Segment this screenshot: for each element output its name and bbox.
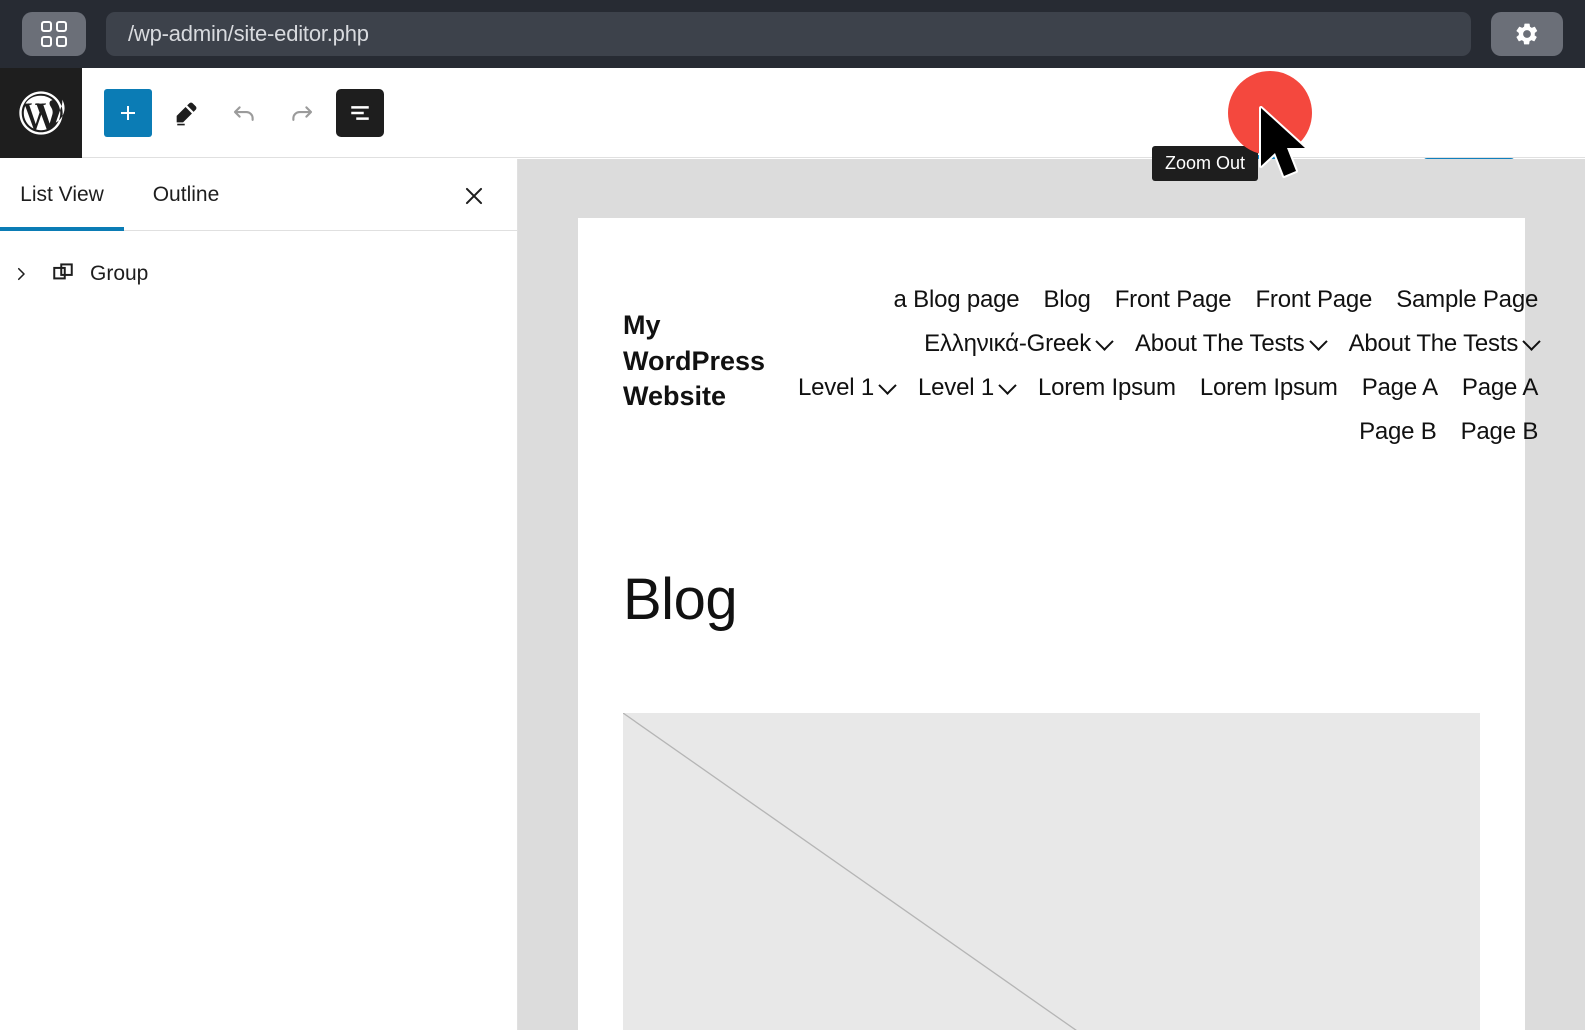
nav-submenu-link[interactable]: Level 1 bbox=[798, 374, 894, 402]
nav-link[interactable]: Sample Page bbox=[1396, 286, 1538, 314]
tab-list-view[interactable]: List View bbox=[0, 159, 124, 231]
page-title: Blog bbox=[578, 446, 1525, 633]
nav-link[interactable]: a Blog page bbox=[894, 286, 1020, 314]
address-bar[interactable]: /wp-admin/site-editor.php bbox=[106, 12, 1471, 56]
wordpress-logo-button[interactable] bbox=[0, 68, 82, 158]
redo-icon bbox=[287, 98, 317, 128]
tab-outline-label: Outline bbox=[153, 183, 220, 207]
placeholder-diagonal-line bbox=[623, 713, 1480, 1030]
undo-icon bbox=[229, 98, 259, 128]
redo-button[interactable] bbox=[278, 89, 326, 137]
nav-submenu-link[interactable]: Ελληνικά-Greek bbox=[924, 330, 1111, 358]
apps-grid-icon bbox=[41, 21, 67, 47]
edit-tool-button[interactable] bbox=[162, 89, 210, 137]
list-view-icon bbox=[345, 98, 375, 128]
add-block-button[interactable] bbox=[104, 89, 152, 137]
group-block-icon bbox=[49, 258, 77, 291]
site-preview-page[interactable]: My WordPress Website a Blog page Blog Fr… bbox=[578, 218, 1525, 1030]
nav-link[interactable]: Page B bbox=[1359, 418, 1437, 446]
plus-icon bbox=[116, 101, 140, 125]
chevron-down-icon bbox=[1095, 332, 1113, 350]
nav-link-label: Ελληνικά-Greek bbox=[924, 330, 1091, 358]
chevron-down-icon bbox=[1309, 332, 1327, 350]
list-view-toggle-button[interactable] bbox=[336, 89, 384, 137]
site-title: My WordPress Website bbox=[623, 278, 798, 446]
gear-icon bbox=[1514, 21, 1540, 47]
nav-link[interactable]: Front Page bbox=[1255, 286, 1372, 314]
nav-link[interactable]: Page B bbox=[1461, 418, 1539, 446]
list-view-panel: List View Outline bbox=[0, 159, 518, 1030]
browser-settings-button[interactable] bbox=[1491, 12, 1563, 56]
nav-submenu-link[interactable]: About The Tests bbox=[1135, 330, 1325, 358]
site-editor-app: /wp-admin/site-editor.php bbox=[0, 0, 1585, 1030]
nav-link-label: About The Tests bbox=[1349, 330, 1519, 358]
pencil-icon bbox=[172, 99, 200, 127]
expand-chevron-icon[interactable] bbox=[6, 259, 36, 289]
nav-link[interactable]: Blog bbox=[1043, 286, 1090, 314]
nav-link[interactable]: Page A bbox=[1462, 374, 1538, 402]
nav-link[interactable]: Lorem Ipsum bbox=[1038, 374, 1176, 402]
nav-row: Level 1 Level 1 Lorem Ipsum Lorem Ipsum … bbox=[798, 374, 1538, 402]
list-item[interactable]: Group bbox=[0, 251, 517, 297]
featured-image-placeholder[interactable] bbox=[623, 713, 1480, 1030]
undo-button[interactable] bbox=[220, 89, 268, 137]
list-item-label: Group bbox=[90, 262, 148, 286]
chevron-down-icon bbox=[1522, 332, 1540, 350]
editor-canvas: My WordPress Website a Blog page Blog Fr… bbox=[518, 159, 1585, 1030]
nav-link-label: Level 1 bbox=[798, 374, 874, 402]
close-list-view-button[interactable] bbox=[453, 175, 495, 217]
address-bar-url: /wp-admin/site-editor.php bbox=[128, 21, 369, 47]
nav-link[interactable]: Lorem Ipsum bbox=[1200, 374, 1338, 402]
apps-grid-button[interactable] bbox=[22, 12, 86, 56]
nav-link-label: Level 1 bbox=[918, 374, 994, 402]
nav-row: Ελληνικά-Greek About The Tests About The… bbox=[924, 330, 1538, 358]
tab-list-view-label: List View bbox=[20, 183, 104, 207]
nav-link[interactable]: Page A bbox=[1362, 374, 1438, 402]
mouse-cursor bbox=[1258, 106, 1312, 187]
wordpress-logo-icon bbox=[15, 87, 67, 139]
close-icon bbox=[461, 183, 487, 209]
browser-toolbar: /wp-admin/site-editor.php bbox=[0, 0, 1585, 68]
editor-tools bbox=[82, 89, 384, 137]
tab-outline[interactable]: Outline bbox=[124, 159, 248, 231]
nav-row: Page B Page B bbox=[1359, 418, 1538, 446]
nav-submenu-link[interactable]: Level 1 bbox=[918, 374, 1014, 402]
list-view-tabs: List View Outline bbox=[0, 159, 517, 231]
nav-link[interactable]: Front Page bbox=[1115, 286, 1232, 314]
editor-header: Blog Home · Template ⌘K bbox=[0, 68, 1585, 158]
nav-link-label: About The Tests bbox=[1135, 330, 1305, 358]
chevron-down-icon bbox=[998, 376, 1016, 394]
zoom-out-tooltip: Zoom Out bbox=[1152, 146, 1258, 181]
site-header: My WordPress Website a Blog page Blog Fr… bbox=[578, 218, 1525, 446]
site-navigation: a Blog page Blog Front Page Front Page S… bbox=[798, 278, 1538, 446]
nav-row: a Blog page Blog Front Page Front Page S… bbox=[894, 286, 1539, 314]
nav-submenu-link[interactable]: About The Tests bbox=[1349, 330, 1539, 358]
chevron-down-icon bbox=[878, 376, 896, 394]
